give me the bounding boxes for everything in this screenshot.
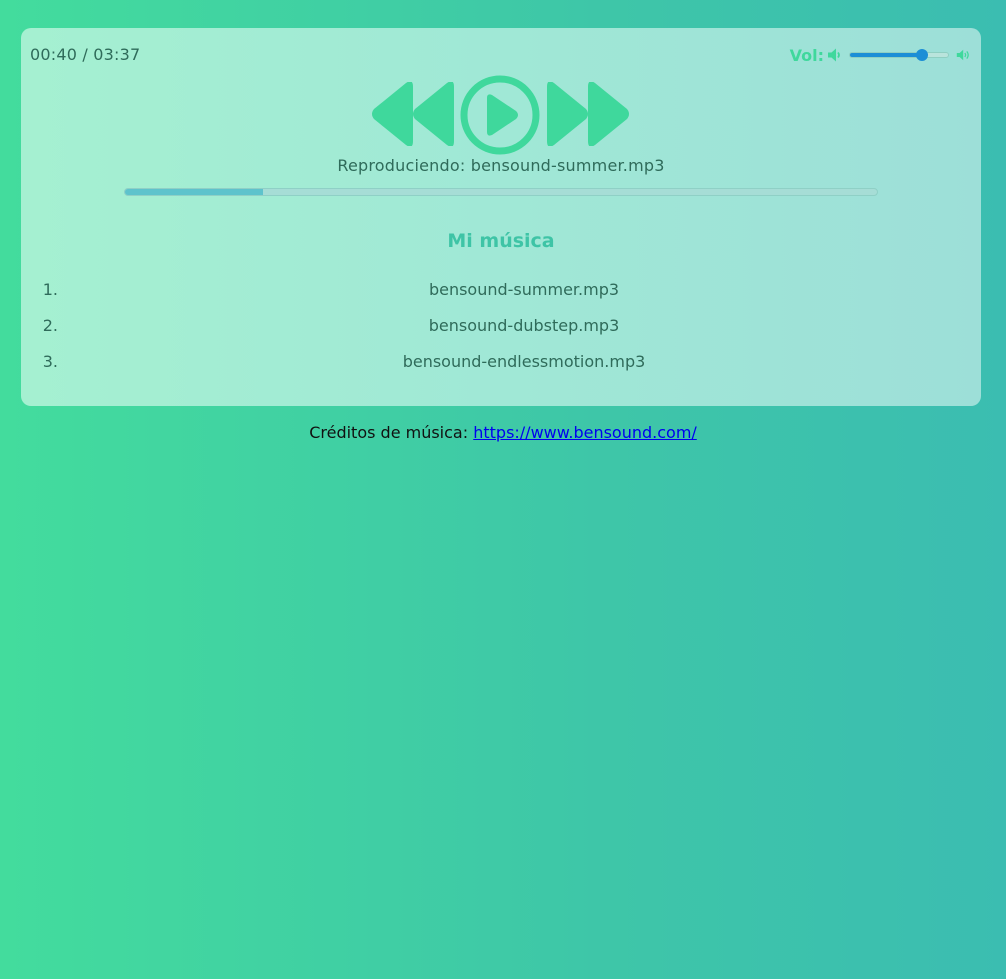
volume-slider[interactable] — [849, 49, 949, 61]
progress-fill — [125, 189, 263, 195]
volume-high-icon[interactable] — [956, 47, 972, 63]
playlist-item-number: 2. — [42, 316, 58, 335]
playlist: 1. bensound-summer.mp3 2. bensound-dubst… — [21, 278, 981, 386]
credits-link[interactable]: https://www.bensound.com/ — [473, 423, 697, 442]
playlist-item[interactable]: 1. bensound-summer.mp3 — [21, 278, 981, 314]
volume-fill — [850, 53, 922, 57]
rewind-button[interactable] — [370, 82, 456, 146]
play-icon — [459, 74, 541, 156]
playback-controls — [370, 74, 632, 156]
volume-label: Vol: — [789, 45, 824, 65]
playlist-item[interactable]: 2. bensound-dubstep.mp3 — [21, 314, 981, 350]
playlist-item-name[interactable]: bensound-dubstep.mp3 — [67, 314, 981, 338]
fast-forward-button[interactable] — [545, 82, 631, 146]
playlist-item-name[interactable]: bensound-endlessmotion.mp3 — [67, 350, 981, 374]
volume-low-icon[interactable] — [827, 47, 843, 63]
play-button[interactable] — [459, 74, 541, 156]
playlist-item[interactable]: 3. bensound-endlessmotion.mp3 — [21, 350, 981, 386]
playlist-item-number: 3. — [42, 352, 58, 371]
rewind-icon — [370, 82, 456, 146]
audio-player: 00:40 / 03:37 Vol: Reproduciendo: bensou… — [21, 28, 981, 406]
playlist-item-number: 1. — [42, 280, 58, 299]
time-display: 00:40 / 03:37 — [30, 45, 141, 64]
music-credits: Créditos de música: https://www.bensound… — [0, 423, 1006, 442]
playlist-title: Mi música — [447, 230, 555, 252]
credits-label: Créditos de música: — [309, 423, 469, 442]
volume-control: Vol: — [790, 44, 972, 66]
fast-forward-icon — [545, 82, 631, 146]
playlist-item-name[interactable]: bensound-summer.mp3 — [67, 278, 981, 302]
volume-thumb[interactable] — [915, 49, 928, 61]
now-playing-text: Reproduciendo: bensound-summer.mp3 — [337, 156, 665, 175]
progress-bar[interactable] — [124, 188, 878, 196]
